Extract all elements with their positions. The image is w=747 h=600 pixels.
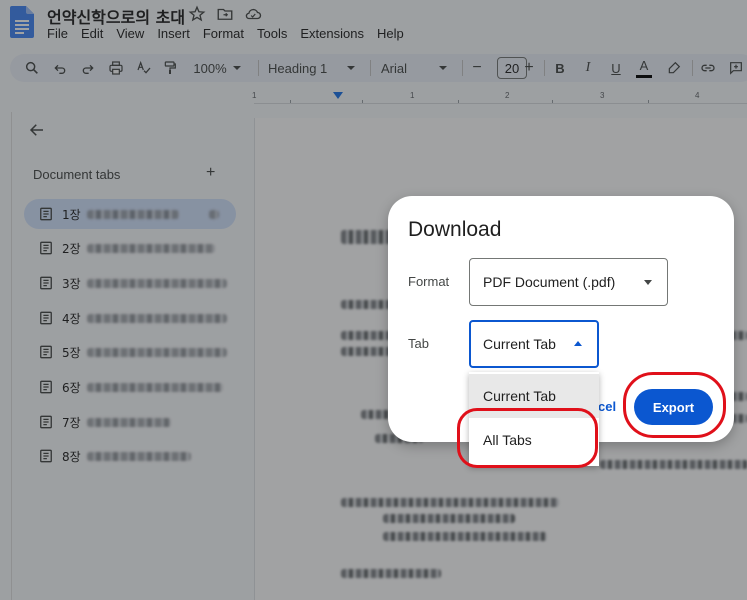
- tab-select[interactable]: Current Tab: [469, 320, 599, 368]
- tab-dropdown-arrow-up-icon: [574, 341, 582, 346]
- tab-value: Current Tab: [483, 336, 556, 352]
- dialog-title: Download: [408, 218, 502, 241]
- annotation-ring-export: [623, 372, 726, 438]
- format-label: Format: [408, 274, 450, 289]
- format-dropdown-arrow-icon: [644, 280, 652, 285]
- cancel-button[interactable]: cel: [598, 399, 616, 414]
- tab-label: Tab: [408, 336, 429, 351]
- format-select[interactable]: PDF Document (.pdf): [469, 258, 668, 306]
- annotation-ring-all-tabs: [457, 408, 598, 468]
- format-value: PDF Document (.pdf): [483, 274, 616, 290]
